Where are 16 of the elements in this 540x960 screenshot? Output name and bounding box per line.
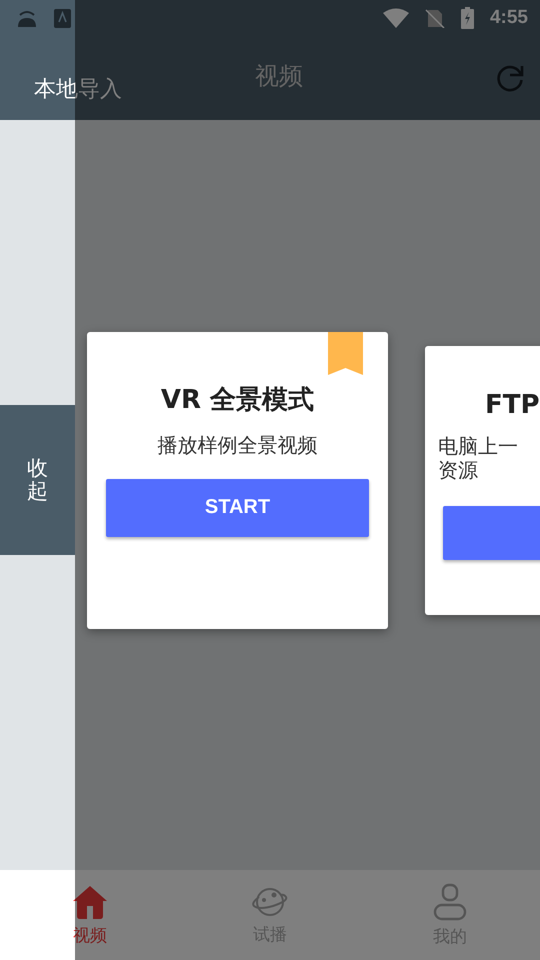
battery-icon: [460, 7, 474, 29]
wifi-icon: [382, 8, 409, 28]
start-button[interactable]: START: [106, 478, 369, 536]
page-title: 视频: [255, 61, 303, 92]
status-time: 4:55: [490, 7, 528, 29]
home-icon: [72, 884, 108, 920]
collapse-tab[interactable]: 收起: [0, 405, 75, 555]
card-description: 播放样例全景视频: [158, 432, 318, 456]
refresh-icon[interactable]: [496, 64, 524, 92]
card-description: 资源: [438, 458, 479, 482]
card-title: VR 全景模式: [160, 384, 314, 416]
no-sim-icon: [424, 8, 445, 28]
person-icon: [433, 882, 467, 920]
card-title: FTP: [485, 390, 540, 420]
card-description: 电脑上一: [438, 434, 518, 458]
local-import-link[interactable]: 本地导入: [34, 74, 255, 104]
